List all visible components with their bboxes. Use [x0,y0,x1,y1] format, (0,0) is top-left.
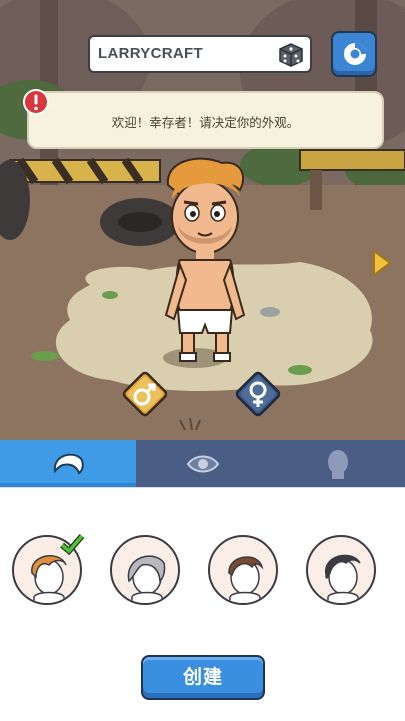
refresh-icon [344,43,366,65]
selected-check-icon [60,534,84,555]
male-symbol-icon [122,371,168,417]
create-button[interactable]: 创建 [141,655,265,700]
female-symbol-icon [235,371,281,417]
hair-black-icon [325,554,361,603]
body-icon [327,449,348,479]
tab-hair[interactable] [0,440,136,487]
welcome-notice-text: 欢迎！幸存者！请决定你的外观。 [111,115,300,130]
welcome-notice: 欢迎！幸存者！请决定你的外观。 [27,91,384,149]
hair-gray-icon [127,555,166,603]
tab-eyes[interactable] [136,440,270,487]
hair-option-4[interactable] [306,535,376,605]
hair-icon [53,453,84,474]
hair-option-3[interactable] [208,535,278,605]
alert-icon [23,89,49,115]
male-button[interactable] [118,367,172,421]
hair-option-2[interactable] [110,535,180,605]
character-avatar [164,157,246,362]
hair-brown-icon [228,556,264,603]
reset-button[interactable] [331,31,377,77]
next-arrow-icon[interactable] [369,248,393,278]
player-name-value: LARRYCRAFT [98,45,203,62]
dice-random-icon[interactable] [278,42,304,68]
tab-body[interactable] [270,440,405,487]
eye-icon [186,455,220,472]
player-name-field[interactable]: LARRYCRAFT [88,35,312,73]
customization-tabs [0,440,405,487]
female-button[interactable] [231,367,285,421]
